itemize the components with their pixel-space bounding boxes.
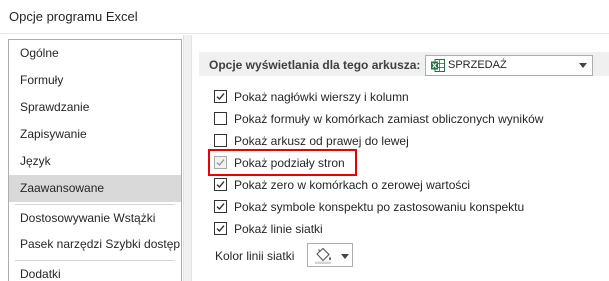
checkbox-right-to-left[interactable] (214, 134, 227, 147)
checkmark-icon (216, 225, 225, 233)
gridline-color-button[interactable] (307, 243, 353, 267)
checkbox-gridlines[interactable] (214, 222, 227, 235)
sheet-dropdown-value: SPRZEDAŻ (448, 59, 507, 71)
sheet-dropdown[interactable]: SPRZEDAŻ (425, 55, 593, 76)
window-title: Opcje programu Excel (9, 9, 138, 24)
sidebar-item-jezyk[interactable]: Język (9, 148, 181, 175)
sidebar-item-dostosowywanie-wstazki[interactable]: Dostosowywanie Wstążki (9, 205, 181, 232)
option-label: Pokaż linie siatki (234, 222, 323, 236)
sidebar-item-pasek-szybki-dostep[interactable]: Pasek narzędzi Szybki dostęp (9, 231, 181, 258)
option-label: Pokaż symbole konspektu po zastosowaniu … (234, 200, 525, 214)
option-label: Pokaż arkusz od prawej do lewej (234, 134, 409, 148)
sidebar: Ogólne Formuły Sprawdzanie Zapisywanie J… (8, 39, 182, 281)
checkbox-show-zero[interactable] (214, 178, 227, 191)
chevron-down-icon (579, 63, 587, 68)
gridline-color-label: Kolor linii siatki (215, 249, 295, 263)
sidebar-item-ogolne[interactable]: Ogólne (9, 40, 181, 67)
checkbox-outline-symbols[interactable] (214, 200, 227, 213)
checkmark-icon (216, 203, 225, 211)
highlight-box (208, 149, 357, 176)
title-bar: Opcje programu Excel (0, 0, 609, 34)
option-label: Pokaż zero w komórkach o zerowej wartośc… (234, 178, 471, 192)
sidebar-item-zaawansowane[interactable]: Zaawansowane (9, 175, 181, 202)
panel-scrollbar[interactable] (183, 35, 192, 281)
sidebar-item-formuly[interactable]: Formuły (9, 67, 181, 94)
checkbox-show-formulas[interactable] (214, 112, 227, 125)
excel-sheet-icon (431, 59, 445, 72)
chevron-down-icon (341, 254, 349, 259)
option-label: Pokaż formuły w komórkach zamiast oblicz… (234, 112, 544, 126)
sidebar-item-sprawdzanie[interactable]: Sprawdzanie (9, 94, 181, 121)
sidebar-item-zapisywanie[interactable]: Zapisywanie (9, 121, 181, 148)
checkmark-icon (216, 93, 225, 101)
paint-bucket-icon (315, 247, 331, 264)
checkbox-show-headers[interactable] (214, 90, 227, 103)
option-label: Pokaż nagłówki wierszy i kolumn (234, 90, 409, 104)
section-title: Opcje wyświetlania dla tego arkusza: (209, 58, 421, 72)
sidebar-item-dodatki[interactable]: Dodatki (9, 261, 181, 281)
checkmark-icon (216, 181, 225, 189)
